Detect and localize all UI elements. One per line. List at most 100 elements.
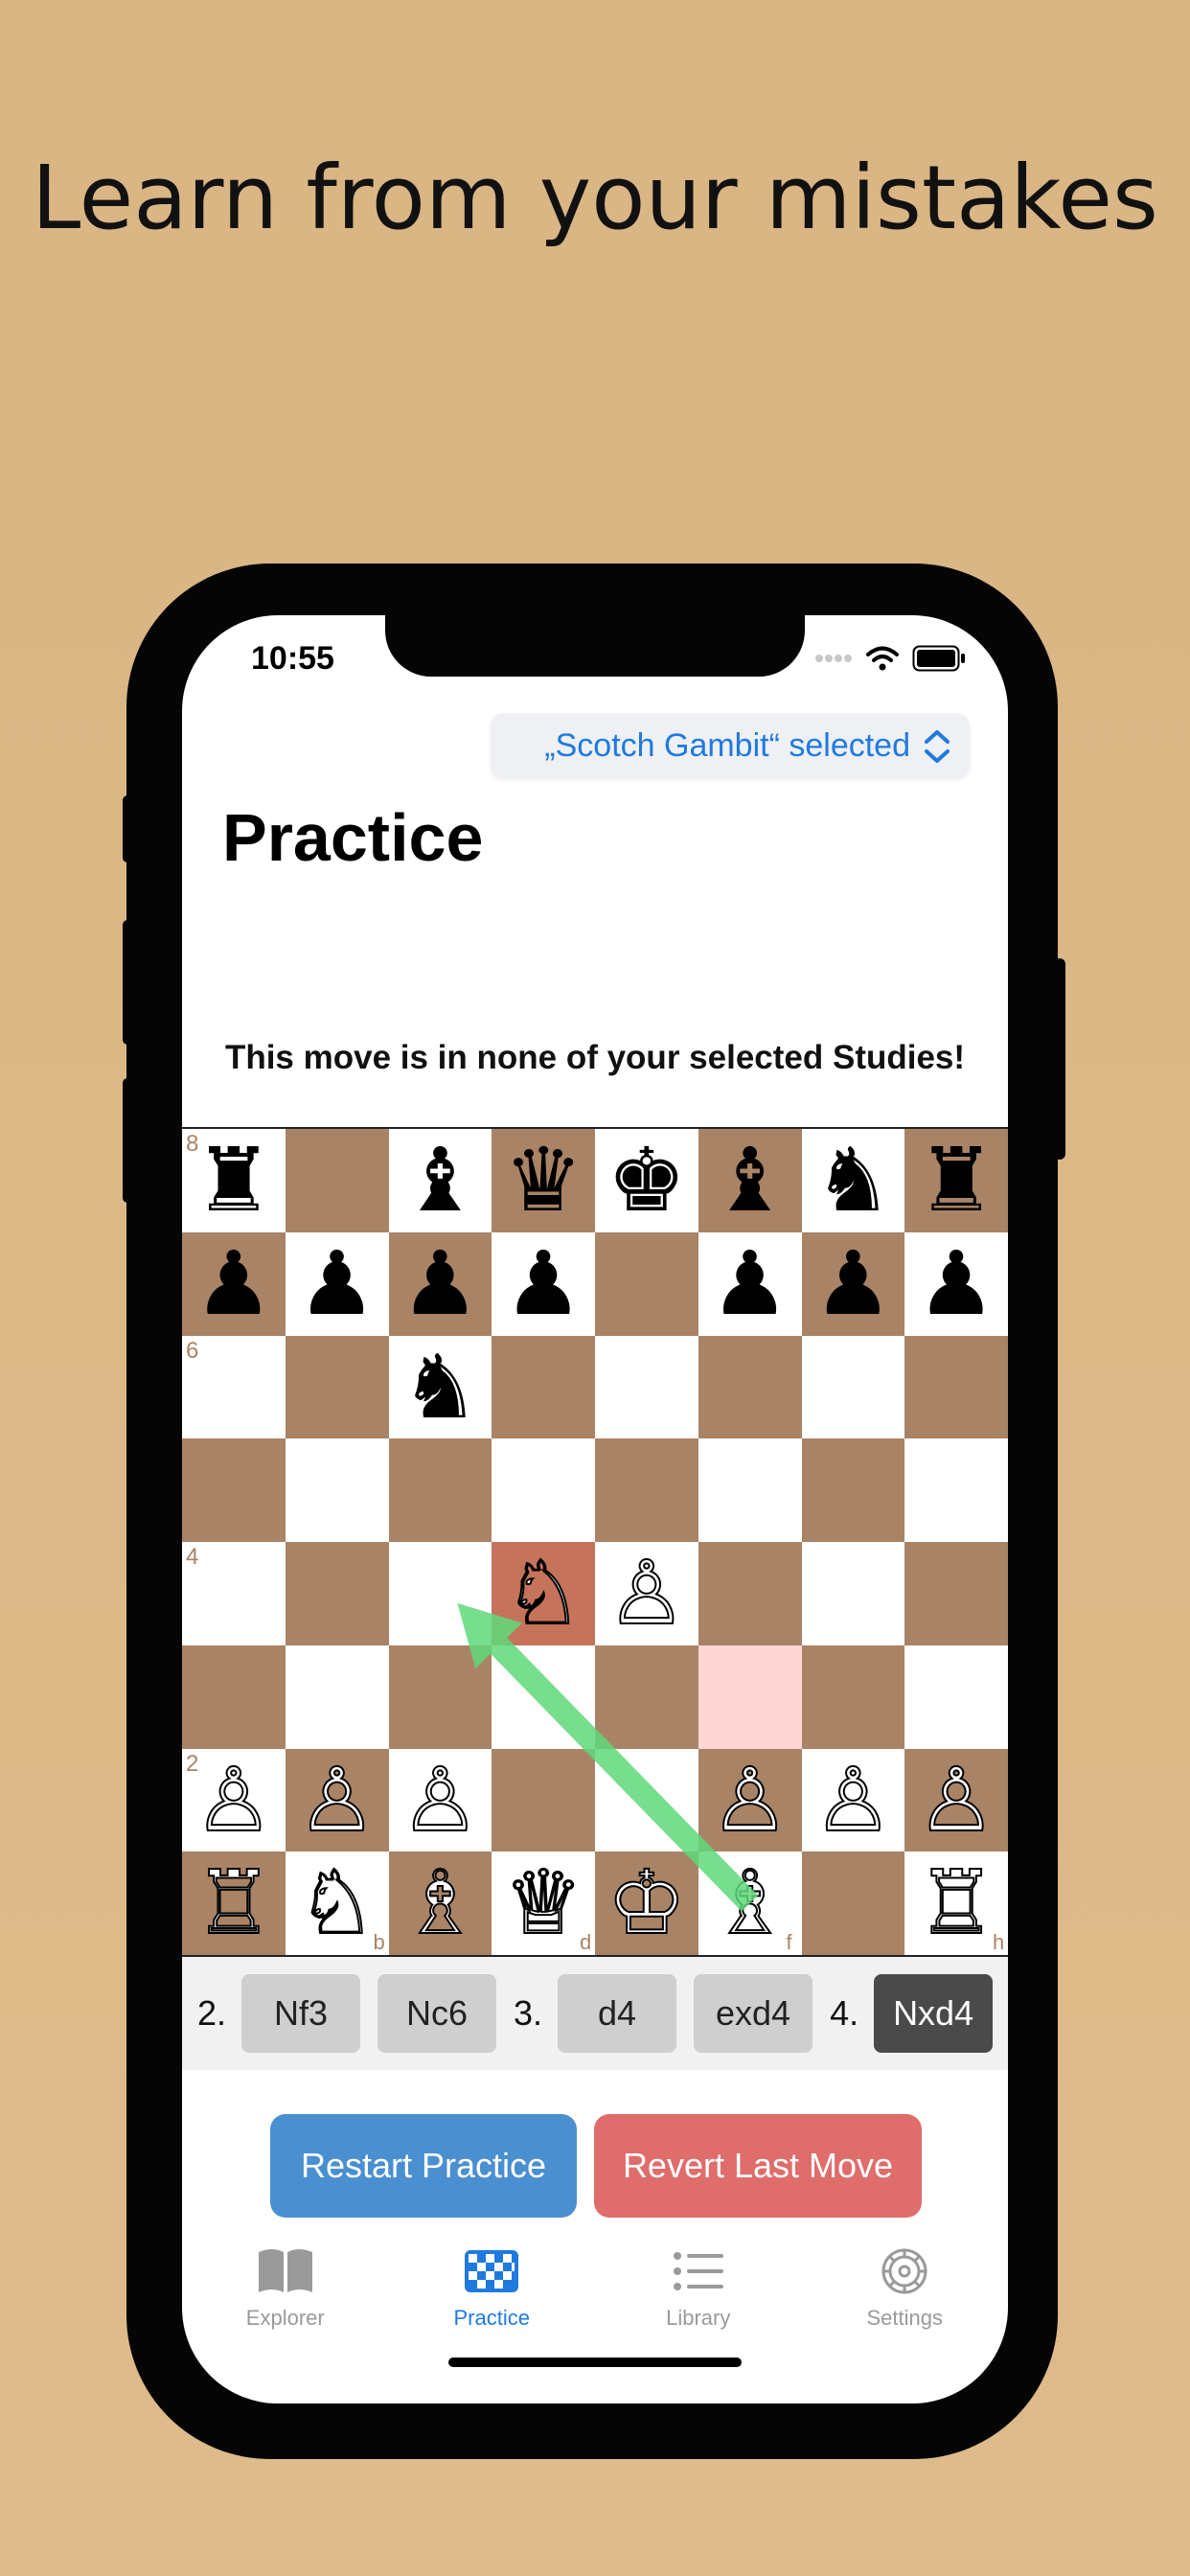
piece-c8[interactable]: ♝ [389,1129,492,1232]
square-h5[interactable] [904,1438,1008,1542]
square-h4[interactable] [904,1542,1008,1645]
move-button[interactable]: exd4 [694,1974,813,2053]
square-e7[interactable] [595,1231,698,1336]
square-b5[interactable] [285,1438,389,1542]
piece-f1[interactable]: ♗ [698,1851,802,1955]
power-button [1054,958,1065,1160]
tab-label: Practice [453,2306,530,2330]
square-c3[interactable] [388,1644,492,1749]
piece-f7[interactable]: ♟ [698,1232,802,1336]
chevron-up-down-icon [925,730,950,763]
piece-a1[interactable]: ♖ [182,1851,286,1955]
wifi-icon [866,646,899,671]
square-g3[interactable] [801,1644,905,1749]
piece-g2[interactable]: ♙ [802,1748,905,1852]
move-button[interactable]: d4 [558,1974,677,2053]
tab-label: Library [666,2306,731,2330]
piece-h1[interactable]: ♖ [904,1851,1008,1955]
chess-board[interactable]: 8 7 6 5 4 3 2 1 a b c d e f g h ♜ ♝ ♛ ♚ ♝ ♞ ♜ ♟ ♟ ♟ ♟ ♟ ♟ ♟ ♞ ♘ ♙ ♙ ♙ ♙ ♙ ♙ ♙ ♖… [182,1127,1008,1957]
piece-e1[interactable]: ♔ [595,1851,698,1955]
piece-d8[interactable]: ♛ [492,1129,595,1232]
rank-label: 5 [186,1440,199,1467]
piece-c6[interactable]: ♞ [389,1336,492,1439]
piece-c7[interactable]: ♟ [389,1232,492,1336]
piece-f2[interactable]: ♙ [698,1748,802,1852]
square-b8[interactable] [285,1129,389,1232]
tab-explorer[interactable]: Explorer [182,2244,389,2359]
checkerboard-icon [465,2250,519,2292]
square-f6[interactable] [698,1335,802,1439]
piece-e4[interactable]: ♙ [595,1541,698,1645]
mute-switch [123,795,132,862]
rank-label: 6 [186,1337,199,1364]
square-b4[interactable] [285,1542,389,1645]
status-icons [814,642,966,675]
tab-bar: Explorer Practice Library Settings [182,2244,1008,2359]
restart-practice-button[interactable]: Restart Practice [270,2114,577,2218]
piece-b2[interactable]: ♙ [286,1748,389,1852]
piece-g8[interactable]: ♞ [802,1129,905,1232]
square-g6[interactable] [801,1335,905,1439]
move-button[interactable]: Nf3 [241,1974,361,2053]
move-list: 2. Nf3 Nc6 3. d4 exd4 4. Nxd4 [182,1957,1008,2070]
tab-library[interactable]: Library [595,2244,802,2359]
volume-up-button [123,920,132,1045]
square-d2[interactable] [492,1748,595,1852]
square-e2[interactable] [595,1748,698,1852]
move-number: 2. [197,1993,227,2033]
piece-a7[interactable]: ♟ [182,1232,286,1336]
piece-h2[interactable]: ♙ [904,1748,1008,1852]
piece-b1[interactable]: ♘ [286,1851,389,1955]
piece-c2[interactable]: ♙ [389,1748,492,1852]
piece-f8[interactable]: ♝ [698,1129,802,1232]
revert-last-move-button[interactable]: Revert Last Move [594,2114,922,2218]
piece-d7[interactable]: ♟ [492,1232,595,1336]
square-c4[interactable] [388,1542,492,1645]
move-warning: This move is in none of your selected St… [224,1039,966,1076]
battery-icon [912,645,965,672]
study-selector-label: „Scotch Gambit“ selected [544,726,910,764]
square-f5[interactable] [698,1438,802,1542]
square-d3[interactable] [492,1644,595,1749]
piece-h8[interactable]: ♜ [904,1129,1008,1232]
square-h3[interactable] [904,1644,1008,1749]
square-g4[interactable] [801,1542,905,1645]
piece-b7[interactable]: ♟ [286,1232,389,1336]
piece-d4[interactable]: ♘ [492,1541,595,1645]
piece-a8[interactable]: ♜ [182,1129,286,1232]
study-selector[interactable]: „Scotch Gambit“ selected [491,713,970,778]
square-e3[interactable] [595,1644,698,1749]
square-c5[interactable] [388,1438,492,1542]
status-time: 10:55 [251,640,334,677]
move-button[interactable]: Nc6 [378,1974,497,2053]
square-d5[interactable] [492,1438,595,1542]
move-button[interactable]: Nxd4 [874,1974,994,2053]
square-h6[interactable] [904,1335,1008,1439]
move-number: 3. [514,1993,543,2033]
tab-practice[interactable]: Practice [389,2244,596,2359]
page-title: Practice [222,800,484,875]
phone-screen: 10:55 „Scotch Gambit“ selected Practice … [182,615,1008,2404]
tab-label: Explorer [245,2306,325,2330]
piece-a2[interactable]: ♙ [182,1748,286,1852]
piece-h7[interactable]: ♟ [904,1232,1008,1336]
piece-c1[interactable]: ♗ [389,1851,492,1955]
file-label: g [889,1930,902,1954]
gear-icon [881,2248,927,2294]
square-g5[interactable] [801,1438,905,1542]
square-e5[interactable] [595,1438,698,1542]
square-b3[interactable] [285,1644,389,1749]
home-indicator [448,2358,742,2367]
square-d6[interactable] [492,1335,595,1439]
list-icon [673,2252,723,2290]
square-b6[interactable] [285,1335,389,1439]
rank-label: 4 [186,1544,199,1570]
book-icon [258,2249,312,2292]
square-f4[interactable] [698,1542,802,1645]
square-e6[interactable] [595,1335,698,1439]
piece-e8[interactable]: ♚ [595,1129,698,1232]
piece-g7[interactable]: ♟ [802,1232,905,1336]
tab-settings[interactable]: Settings [802,2244,1009,2359]
piece-d1[interactable]: ♕ [492,1851,595,1955]
square-f3[interactable] [698,1644,802,1749]
